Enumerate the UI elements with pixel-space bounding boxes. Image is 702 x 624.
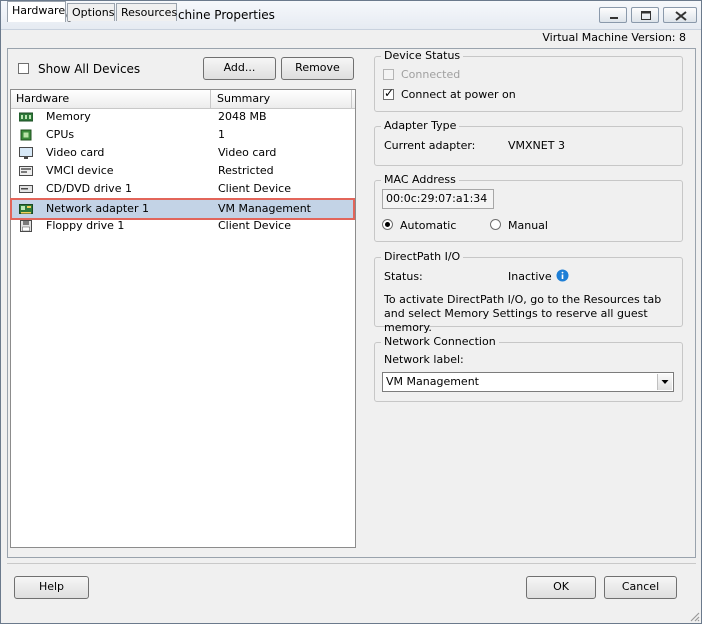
dropdown-arrow-icon[interactable] <box>657 374 672 390</box>
connect-at-power-on-label: Connect at power on <box>401 88 516 101</box>
list-header: Hardware Summary <box>11 90 355 109</box>
hardware-name: CD/DVD drive 1 <box>46 182 132 195</box>
group-title: Network Connection <box>381 335 499 348</box>
hardware-name: Memory <box>46 110 91 123</box>
hardware-name: CPUs <box>46 128 75 141</box>
vmci-device-icon <box>19 164 33 178</box>
current-adapter-value: VMXNET 3 <box>508 139 565 152</box>
device-status-group: Device Status <box>374 49 683 112</box>
checkmark-icon: ✓ <box>384 86 395 100</box>
hardware-list[interactable]: Hardware Summary Memory 2048 MB CPUs 1 V… <box>10 89 356 548</box>
hardware-summary: VM Management <box>218 202 311 215</box>
current-adapter-label: Current adapter: <box>384 139 476 152</box>
memory-icon <box>18 110 34 124</box>
close-icon <box>675 11 687 21</box>
column-header-summary[interactable]: Summary <box>212 90 352 108</box>
resize-grip-icon[interactable] <box>688 610 700 622</box>
directpath-description: To activate DirectPath I/O, go to the Re… <box>384 293 662 334</box>
remove-device-button[interactable]: Remove <box>281 57 354 80</box>
tab-options[interactable]: Options <box>67 3 115 21</box>
group-title: MAC Address <box>381 173 459 186</box>
hardware-summary: 2048 MB <box>218 110 267 123</box>
cancel-button[interactable]: Cancel <box>604 576 677 599</box>
close-window-button[interactable] <box>663 7 697 23</box>
network-adapter-icon <box>19 202 33 216</box>
cd-dvd-icon <box>19 182 33 196</box>
minimize-button[interactable] <box>599 7 627 23</box>
directpath-status-label: Status: <box>384 270 423 283</box>
connected-checkbox[interactable] <box>383 69 394 80</box>
info-icon[interactable] <box>556 269 569 282</box>
directpath-status-value: Inactive <box>508 270 552 283</box>
ok-button[interactable]: OK <box>526 576 596 599</box>
network-label-caption: Network label: <box>384 353 464 366</box>
tab-resources[interactable]: Resources <box>116 3 177 21</box>
hardware-summary: Video card <box>218 146 277 159</box>
mac-address-field[interactable]: 00:0c:29:07:a1:34 <box>382 189 494 209</box>
show-all-devices-checkbox[interactable] <box>18 63 29 74</box>
group-title: DirectPath I/O <box>381 250 464 263</box>
hardware-row-cpus[interactable]: CPUs 1 <box>11 126 355 144</box>
cpu-icon <box>19 128 33 142</box>
tab-hardware[interactable]: Hardware <box>7 1 66 22</box>
automatic-label: Automatic <box>400 219 457 232</box>
hardware-name: Network adapter 1 <box>46 202 149 215</box>
hardware-row-memory[interactable]: Memory 2048 MB <box>11 108 355 126</box>
help-button[interactable]: Help <box>14 576 89 599</box>
show-all-devices-label: Show All Devices <box>38 62 141 76</box>
footer-separator <box>7 563 696 564</box>
floppy-icon <box>19 219 33 233</box>
manual-label: Manual <box>508 219 548 232</box>
hardware-row-video-card[interactable]: Video card Video card <box>11 144 355 162</box>
monitor-icon <box>19 146 33 160</box>
network-label-value: VM Management <box>386 375 479 388</box>
hardware-summary: Client Device <box>218 182 291 195</box>
add-device-button[interactable]: Add... <box>203 57 276 80</box>
hardware-summary: Client Device <box>218 219 291 232</box>
hardware-summary: Restricted <box>218 164 274 177</box>
hardware-row-vmci-device[interactable]: VMCI device Restricted <box>11 162 355 180</box>
connect-at-power-on-checkbox[interactable]: ✓ <box>383 86 395 100</box>
group-title: Device Status <box>381 49 464 62</box>
column-header-hardware[interactable]: Hardware <box>11 90 211 108</box>
manual-radio[interactable] <box>490 219 501 230</box>
connected-label: Connected <box>401 68 461 81</box>
hardware-name: Floppy drive 1 <box>46 219 125 232</box>
vm-version-label: Virtual Machine Version: 8 <box>542 31 686 44</box>
hardware-row-cd-dvd[interactable]: CD/DVD drive 1 Client Device <box>11 180 355 198</box>
vm-properties-window: vm07.garnet - Virtual Machine Properties… <box>0 0 702 624</box>
hardware-summary: 1 <box>218 128 225 141</box>
network-label-select[interactable]: VM Management <box>382 372 674 392</box>
hardware-name: Video card <box>46 146 105 159</box>
group-title: Adapter Type <box>381 119 460 132</box>
maximize-button[interactable] <box>631 7 659 23</box>
hardware-row-floppy[interactable]: Floppy drive 1 Client Device <box>11 217 355 235</box>
hardware-row-network-adapter[interactable]: Network adapter 1 VM Management <box>11 200 355 218</box>
maximize-icon <box>641 11 651 20</box>
minimize-icon <box>610 17 618 19</box>
automatic-radio[interactable] <box>382 219 393 230</box>
hardware-name: VMCI device <box>46 164 114 177</box>
